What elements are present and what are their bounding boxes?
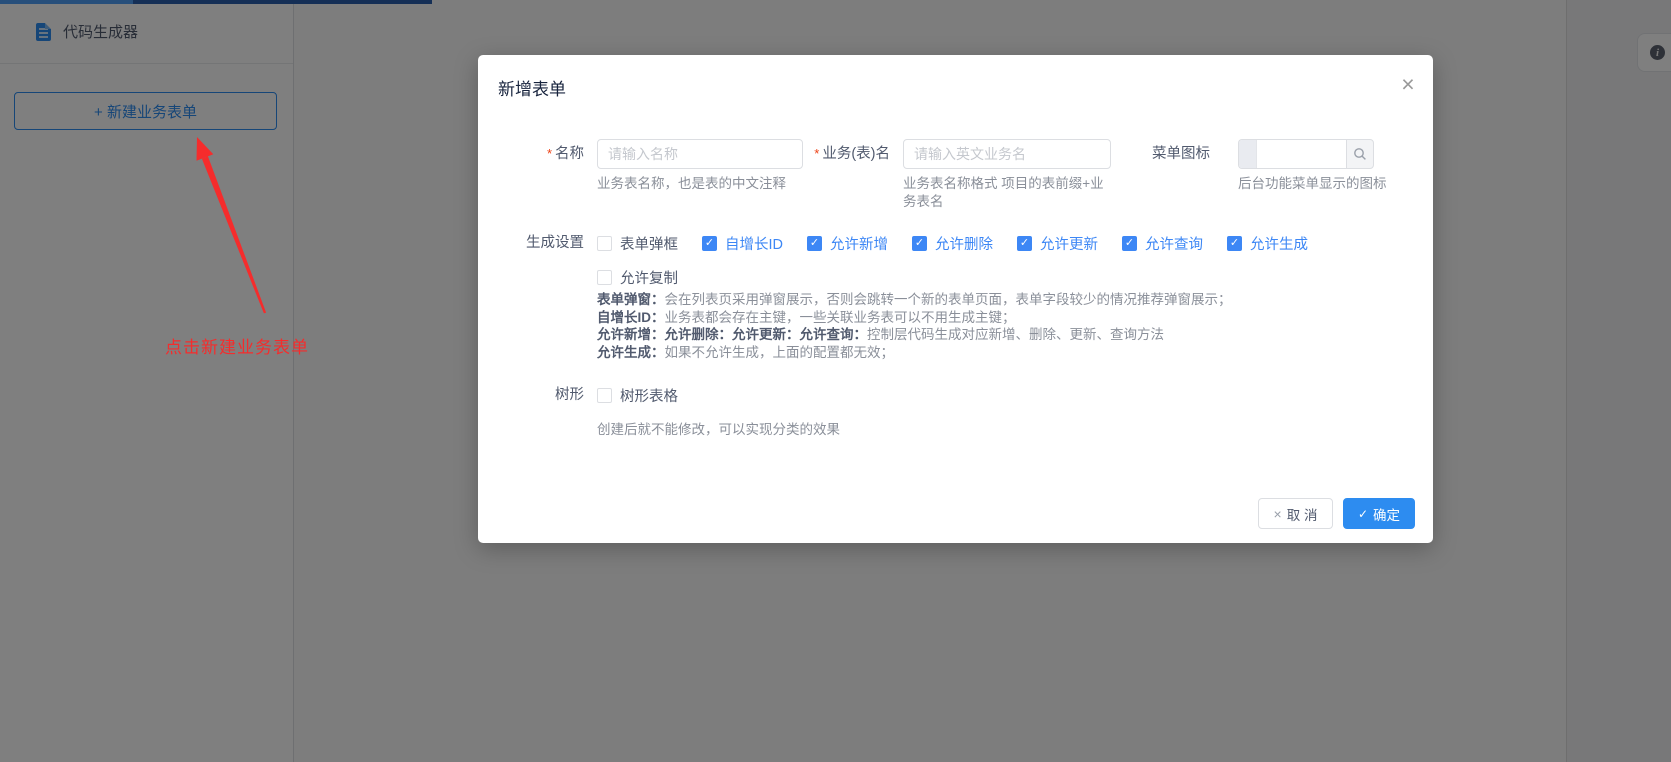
cancel-button[interactable]: × 取 消	[1258, 498, 1333, 529]
close-icon: ×	[1273, 505, 1282, 522]
checkbox-allow-update[interactable]: ✓ 允许更新	[1017, 233, 1098, 254]
check-mark-icon: ✓	[704, 237, 715, 249]
new-form-modal: 新增表单 × *名称 业务表名称，也是表的中文注释 *业务(表)名 业务表名称格…	[478, 55, 1433, 543]
checkbox-icon: ✓	[1017, 236, 1032, 251]
icon-preview-box	[1239, 140, 1257, 168]
checkbox-icon: ✓	[912, 236, 927, 251]
name-field-label: * 名称	[546, 146, 584, 162]
checkbox-allow-copy[interactable]: ✓ 允许复制	[597, 267, 678, 288]
help-line: 表单弹窗：会在列表页采用弹窗展示，否则会跳转一个新的表单页面，表单字段较少的情况…	[597, 292, 1232, 307]
annotation-note: 点击新建业务表单	[165, 338, 309, 357]
checkbox-allow-generate[interactable]: ✓ 允许生成	[1227, 233, 1308, 254]
checkbox-icon: ✓	[597, 270, 612, 285]
generate-settings-help: 表单弹窗：会在列表页采用弹窗展示，否则会跳转一个新的表单页面，表单字段较少的情况…	[597, 291, 1257, 361]
checkbox-icon: ✓	[1122, 236, 1137, 251]
checkbox-icon: ✓	[1227, 236, 1242, 251]
checkbox-icon: ✓	[807, 236, 822, 251]
help-line: 自增长ID：业务表都会存在主键，一些关联业务表可以不用生成主键；	[597, 309, 1016, 325]
help-line: 允许生成：如果不允许生成，上面的配置都无效；	[597, 344, 894, 360]
name-helper-text: 业务表名称，也是表的中文注释	[597, 176, 786, 191]
close-icon[interactable]: ×	[1394, 71, 1422, 99]
check-mark-icon: ✓	[1124, 237, 1135, 249]
table-name-field-label: * 业务(表)名	[814, 146, 890, 162]
checkbox-allow-query[interactable]: ✓ 允许查询	[1122, 233, 1203, 254]
check-mark-icon: ✓	[1229, 237, 1240, 249]
menu-icon-input-wrap	[1238, 139, 1346, 169]
menu-icon-helper-text: 后台功能菜单显示的图标	[1238, 176, 1387, 191]
check-mark-icon: ✓	[914, 237, 925, 249]
name-input[interactable]	[597, 139, 803, 169]
generate-settings-label: 生成设置	[526, 235, 584, 251]
table-name-input[interactable]	[903, 139, 1111, 169]
tree-section-label: 树形	[555, 387, 584, 403]
checkbox-tree-table[interactable]: ✓ 树形表格	[597, 385, 678, 406]
icon-search-button[interactable]	[1346, 139, 1374, 169]
checkbox-auto-increment-id[interactable]: ✓ 自增长ID	[702, 233, 783, 254]
tree-helper-text: 创建后就不能修改，可以实现分类的效果	[597, 422, 840, 437]
search-icon	[1354, 148, 1366, 160]
menu-icon-input-group	[1238, 139, 1374, 169]
check-mark-icon: ✓	[1019, 237, 1030, 249]
checkbox-icon: ✓	[597, 236, 612, 251]
required-asterisk: *	[546, 146, 552, 161]
checkbox-icon: ✓	[702, 236, 717, 251]
check-mark-icon: ✓	[809, 237, 820, 249]
confirm-button[interactable]: ✓ 确定	[1343, 498, 1415, 529]
menu-icon-input[interactable]	[1257, 140, 1346, 168]
required-asterisk: *	[814, 146, 820, 161]
table-name-helper-text: 业务表名称格式 项目的表前缀+业务表名	[903, 176, 1104, 209]
modal-title: 新增表单	[498, 80, 566, 99]
checkbox-allow-delete[interactable]: ✓ 允许删除	[912, 233, 993, 254]
checkbox-form-popup[interactable]: ✓ 表单弹框	[597, 233, 678, 254]
menu-icon-field-label: 菜单图标	[1152, 146, 1210, 162]
checkbox-icon: ✓	[597, 388, 612, 403]
help-line: 允许新增：允许删除：允许更新：允许查询：控制层代码生成对应新增、删除、更新、查询…	[597, 327, 1164, 342]
checkbox-allow-add[interactable]: ✓ 允许新增	[807, 233, 888, 254]
check-icon: ✓	[1357, 506, 1369, 521]
